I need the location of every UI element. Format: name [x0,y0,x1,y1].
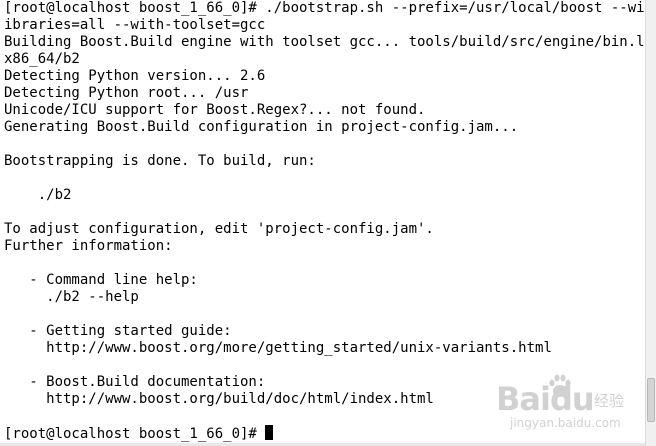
terminal-line: [root@localhost boost_1_66_0]# ./bootstr… [4,0,645,16]
terminal-line: x86_64/b2 [4,51,80,67]
terminal-line: Detecting Python version... 2.6 [4,68,266,84]
terminal-line: - Command line help: [4,272,198,288]
text-cursor [265,425,274,440]
terminal-line: ./b2 [4,187,72,203]
terminal-line: Generating Boost.Build configuration in … [4,119,519,135]
terminal-output[interactable]: [root@localhost boost_1_66_0]# ./bootstr… [4,0,645,442]
terminal-line: http://www.boost.org/build/doc/html/inde… [4,391,434,407]
terminal-line: http://www.boost.org/more/getting_starte… [4,340,552,356]
terminal-line: Unicode/ICU support for Boost.Regex?... … [4,102,426,118]
scrollbar-thumb[interactable] [647,378,655,422]
terminal-window[interactable]: [root@localhost boost_1_66_0]# ./bootstr… [0,0,645,446]
terminal-line: ibraries=all --with-toolset=gcc [4,17,266,33]
terminal-line: Detecting Python root... /usr [4,85,249,101]
terminal-line: - Getting started guide: [4,323,232,339]
terminal-line: Building Boost.Build engine with toolset… [4,34,645,50]
terminal-line: Bootstrapping is done. To build, run: [4,153,316,169]
terminal-line: ./b2 --help [4,289,139,305]
vertical-scrollbar[interactable] [645,0,656,446]
terminal-line: To adjust configuration, edit 'project-c… [4,221,434,237]
shell-prompt: [root@localhost boost_1_66_0]# [4,426,266,442]
terminal-line: - Boost.Build documentation: [4,374,266,390]
terminal-line: Further information: [4,238,173,254]
prompt-line[interactable]: [root@localhost boost_1_66_0]# [4,425,645,442]
